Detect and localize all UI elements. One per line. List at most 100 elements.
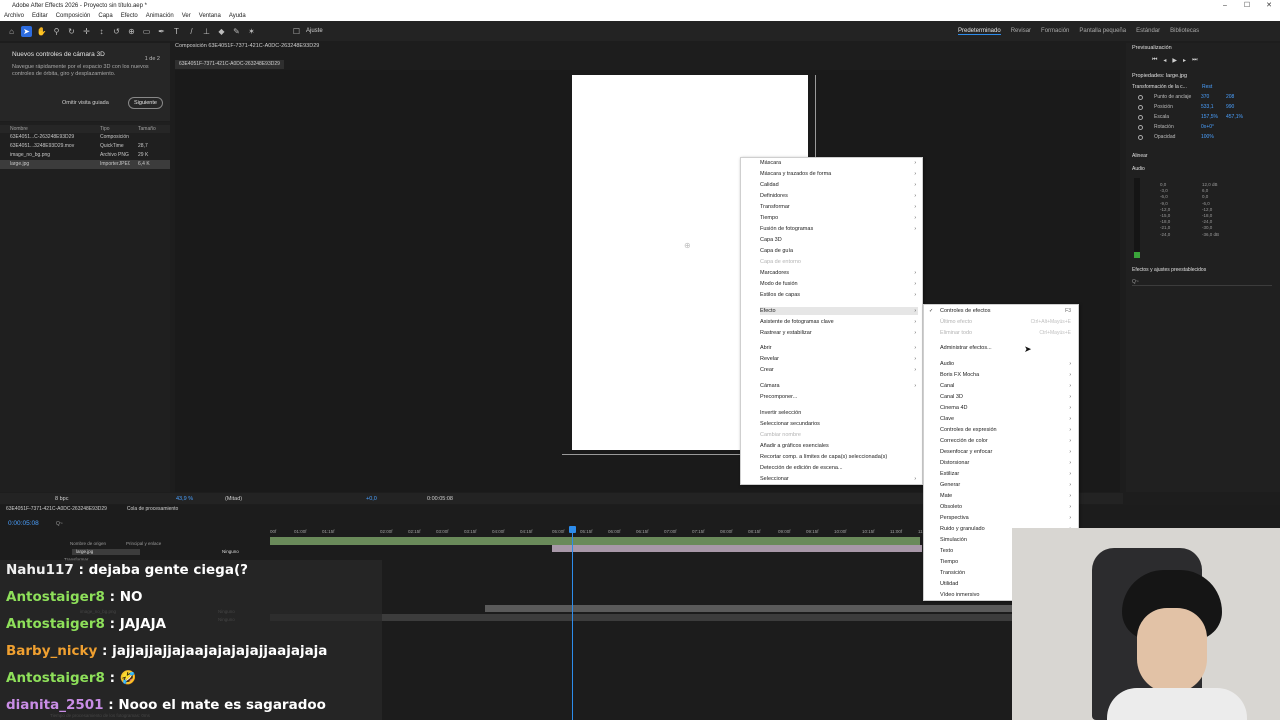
minimize-button[interactable]: – bbox=[1214, 0, 1236, 12]
prop-position-x[interactable]: 533,1 bbox=[1201, 104, 1214, 110]
maximize-button[interactable]: ☐ bbox=[1236, 0, 1258, 12]
menu-ver[interactable]: Ver bbox=[182, 12, 191, 21]
first-frame-icon[interactable]: ⏮ bbox=[1152, 57, 1157, 64]
zoom-tool-icon[interactable]: ⚲ bbox=[51, 26, 62, 37]
eraser-tool-icon[interactable]: ◆ bbox=[216, 26, 227, 37]
menu-item-calidad[interactable]: Calidad › bbox=[760, 181, 918, 189]
bpc-label[interactable]: 8 bpc bbox=[55, 496, 68, 502]
project-row[interactable]: 63E4051...3248E93D29.mov QuickTime 28,7 bbox=[0, 142, 170, 151]
project-row[interactable]: 63E4051...C-263248E93D29 Composición bbox=[0, 133, 170, 142]
stopwatch-icon[interactable] bbox=[1138, 135, 1143, 140]
zoom-select[interactable]: 43,9 % bbox=[176, 496, 193, 502]
menu-item-mascara[interactable]: Máscara › bbox=[760, 159, 918, 167]
menu-item-asistente[interactable]: Asistente de fotogramas clave › bbox=[760, 318, 918, 326]
prop-position-y[interactable]: 990 bbox=[1226, 104, 1234, 110]
hand-tool-icon[interactable]: ✋ bbox=[36, 26, 47, 37]
clone-tool-icon[interactable]: ⊥ bbox=[201, 26, 212, 37]
submenu-item-clave[interactable]: Clave › bbox=[940, 415, 1075, 423]
rotate-tool-icon[interactable]: ↺ bbox=[111, 26, 122, 37]
snap-checkbox-icon[interactable]: ☐ bbox=[291, 26, 302, 37]
playhead-line[interactable] bbox=[572, 527, 573, 720]
prop-anchor-y[interactable]: 208 bbox=[1226, 94, 1234, 100]
menu-item-revelar[interactable]: Revelar › bbox=[760, 355, 918, 363]
menu-item-estilos-capas[interactable]: Estilos de capas › bbox=[760, 291, 918, 299]
reset-link[interactable]: Rest bbox=[1202, 84, 1212, 90]
exposure-value[interactable]: +0,0 bbox=[366, 496, 377, 502]
prop-scale-x[interactable]: 157,5% bbox=[1201, 114, 1218, 120]
type-tool-icon[interactable]: T bbox=[171, 26, 182, 37]
composition-subtab[interactable]: 63E4051F-7371-421C-A0DC-263248E93D29 bbox=[175, 60, 284, 69]
menu-item-mascara-trazados[interactable]: Máscara y trazados de forma › bbox=[760, 170, 918, 178]
menu-item-seleccionar-secundarios[interactable]: Seleccionar secundarios bbox=[760, 420, 918, 428]
pan-tool-icon[interactable]: ✛ bbox=[81, 26, 92, 37]
rectangle-tool-icon[interactable]: ▭ bbox=[141, 26, 152, 37]
prop-rotation-value[interactable]: 0x+0° bbox=[1201, 124, 1214, 130]
project-row[interactable]: image_no_bg.png Archivo PNG 29 K bbox=[0, 151, 170, 160]
menu-item-invertir-seleccion[interactable]: Invertir selección bbox=[760, 409, 918, 417]
layer-name[interactable]: large.jpg bbox=[72, 549, 140, 555]
menu-item-capa-3d[interactable]: Capa 3D bbox=[760, 236, 918, 244]
stopwatch-icon[interactable] bbox=[1138, 125, 1143, 130]
menu-item-crear[interactable]: Crear › bbox=[760, 366, 918, 374]
resolution-select[interactable]: (Mitad) bbox=[225, 496, 242, 502]
menu-item-fusion-fotogramas[interactable]: Fusión de fotogramas › bbox=[760, 225, 918, 233]
close-button[interactable]: ✕ bbox=[1258, 0, 1280, 12]
workspace-tab-bibliotecas[interactable]: Bibliotecas bbox=[1170, 28, 1199, 34]
workspace-tab-revisar[interactable]: Revisar bbox=[1011, 28, 1031, 34]
menu-item-tiempo[interactable]: Tiempo › bbox=[760, 214, 918, 222]
timeline-search[interactable]: Q~ bbox=[56, 521, 63, 527]
prop-anchor-x[interactable]: 370 bbox=[1201, 94, 1209, 100]
column-name[interactable]: Nombre bbox=[0, 125, 88, 133]
submenu-item-generar[interactable]: Generar › bbox=[940, 481, 1075, 489]
menu-item-seleccionar[interactable]: Seleccionar › bbox=[760, 475, 918, 483]
audio-panel-title[interactable]: Audio bbox=[1132, 166, 1145, 172]
composition-tab[interactable]: Composición 63E4051F-7371-421C-A0DC-2632… bbox=[175, 43, 319, 49]
pen-tool-icon[interactable]: ✒ bbox=[156, 26, 167, 37]
anchor-point-icon[interactable]: ⊕ bbox=[684, 242, 692, 250]
menu-item-definidores[interactable]: Definidores › bbox=[760, 192, 918, 200]
pan-behind-tool-icon[interactable]: ⊕ bbox=[126, 26, 137, 37]
workspace-tab-pantalla-pequena[interactable]: Pantalla pequeña bbox=[1079, 28, 1126, 34]
column-type[interactable]: Tipo bbox=[88, 125, 130, 133]
timeline-tab-comp[interactable]: 63E4051F-7371-421C-A0DC-263248E93D29 bbox=[6, 505, 107, 514]
menu-item-precomponer[interactable]: Precomponer... bbox=[760, 393, 918, 401]
puppet-tool-icon[interactable]: ✶ bbox=[246, 26, 257, 37]
menu-efecto[interactable]: Efecto bbox=[121, 12, 138, 21]
next-button[interactable]: Siguiente bbox=[128, 97, 163, 109]
submenu-item-obsoleto[interactable]: Obsoleto › bbox=[940, 503, 1075, 511]
preview-panel-title[interactable]: Previsualización bbox=[1132, 45, 1172, 51]
effects-panel-title[interactable]: Efectos y ajustes preestablecidos bbox=[1132, 267, 1206, 273]
brush-tool-icon[interactable]: / bbox=[186, 26, 197, 37]
skip-tour-link[interactable]: Omitir visita guiada bbox=[62, 100, 109, 106]
submenu-item-estilizar[interactable]: Estilizar › bbox=[940, 470, 1075, 478]
viewer-timecode[interactable]: 0:00:05:08 bbox=[427, 496, 453, 502]
prev-frame-icon[interactable]: ◂ bbox=[1163, 57, 1166, 64]
home-icon[interactable]: ⌂ bbox=[6, 26, 17, 37]
menu-item-camara[interactable]: Cámara › bbox=[760, 382, 918, 390]
submenu-item-controles-expresion[interactable]: Controles de expresión › bbox=[940, 426, 1075, 434]
workspace-tab-formacion[interactable]: Formación bbox=[1041, 28, 1069, 34]
menu-item-abrir[interactable]: Abrir › bbox=[760, 344, 918, 352]
submenu-item-audio[interactable]: Audio › bbox=[940, 360, 1075, 368]
menu-item-rastrear[interactable]: Rastrear y estabilizar › bbox=[760, 329, 918, 337]
stopwatch-icon[interactable] bbox=[1138, 95, 1143, 100]
orbit-tool-icon[interactable]: ↻ bbox=[66, 26, 77, 37]
col-source-name[interactable]: Nombre de origen bbox=[70, 541, 106, 548]
timeline-timecode[interactable]: 0:00:05:08 bbox=[8, 520, 39, 527]
submenu-item-distorsionar[interactable]: Distorsionar › bbox=[940, 459, 1075, 467]
menu-item-marcadores[interactable]: Marcadores › bbox=[760, 269, 918, 277]
menu-item-graficos-esenciales[interactable]: Añadir a gráficos esenciales bbox=[760, 442, 918, 450]
menu-item-transformar[interactable]: Transformar › bbox=[760, 203, 918, 211]
align-panel-title[interactable]: Alinear bbox=[1132, 153, 1148, 159]
menu-capa[interactable]: Capa bbox=[98, 12, 112, 21]
prop-opacity-value[interactable]: 100% bbox=[1201, 134, 1214, 140]
menu-ayuda[interactable]: Ayuda bbox=[229, 12, 246, 21]
submenu-item-mate[interactable]: Mate › bbox=[940, 492, 1075, 500]
submenu-item-canal-3d[interactable]: Canal 3D › bbox=[940, 393, 1075, 401]
menu-editar[interactable]: Editar bbox=[32, 12, 48, 21]
layer-bar-comp[interactable] bbox=[270, 537, 920, 545]
roto-brush-tool-icon[interactable]: ✎ bbox=[231, 26, 242, 37]
menu-item-modo-fusion[interactable]: Modo de fusión › bbox=[760, 280, 918, 288]
layer-bar-image[interactable] bbox=[485, 605, 1015, 612]
last-frame-icon[interactable]: ⏭ bbox=[1192, 57, 1197, 64]
